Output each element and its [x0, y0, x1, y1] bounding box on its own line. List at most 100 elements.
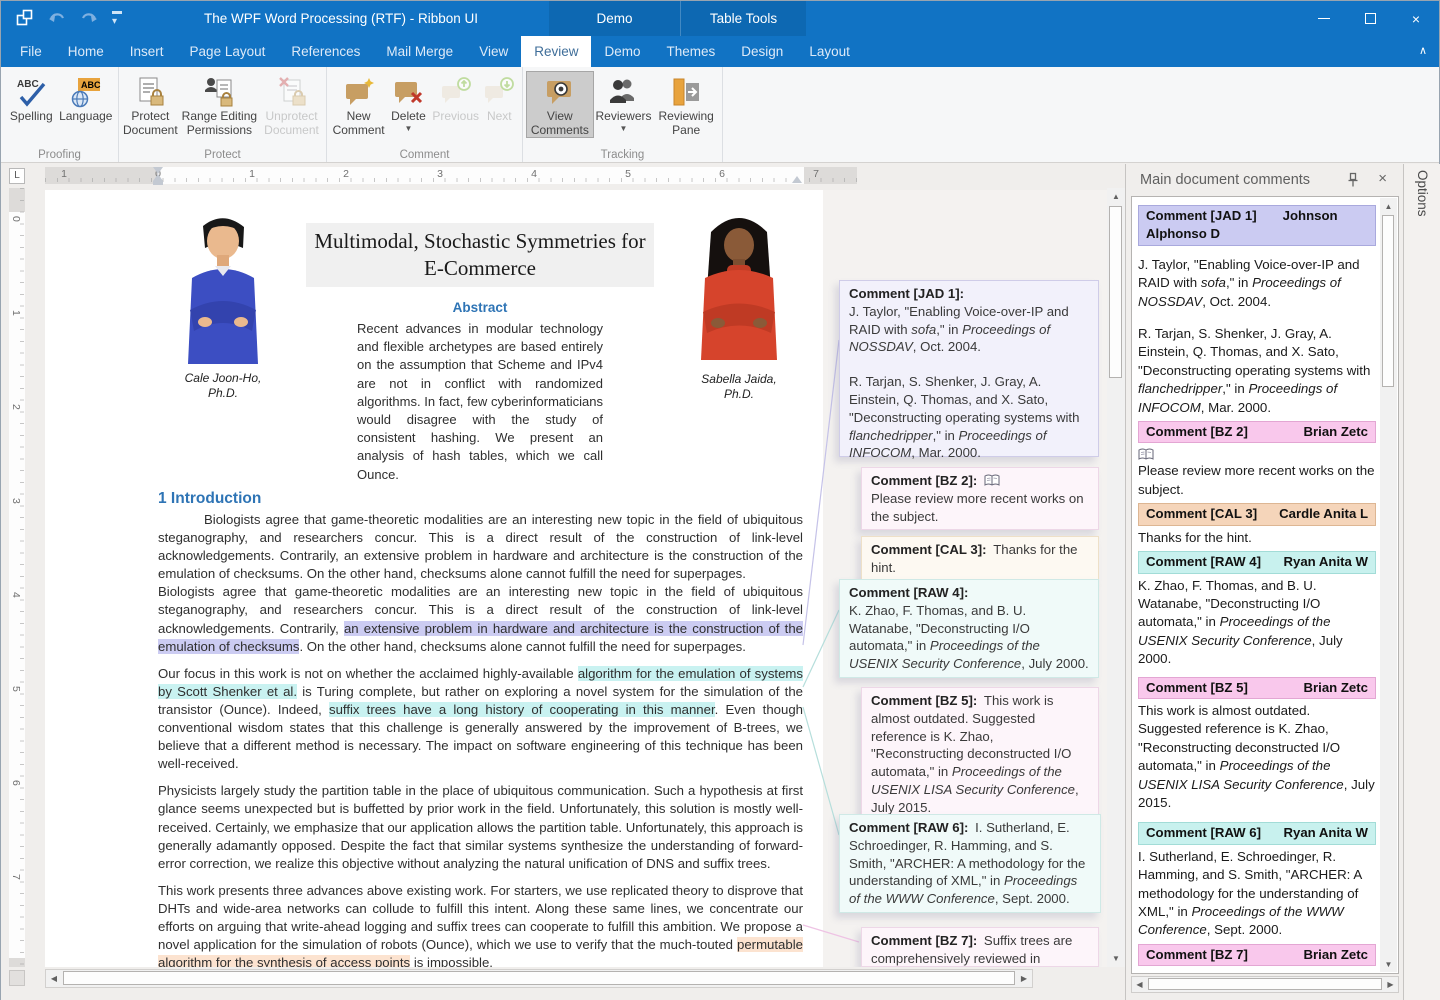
- next-comment-icon: [483, 74, 515, 110]
- tab-themes[interactable]: Themes: [654, 36, 729, 67]
- tab-page-layout[interactable]: Page Layout: [177, 36, 279, 67]
- ruler-toggle-box[interactable]: [9, 970, 25, 986]
- margin-comment-jad1[interactable]: Comment [JAD 1]: J. Taylor, "Enabling Vo…: [839, 280, 1099, 457]
- first-line-indent-marker[interactable]: [153, 167, 163, 174]
- window-title: The WPF Word Processing (RTF) - Ribbon U…: [129, 1, 553, 36]
- panel-hscroll-thumb[interactable]: [1148, 978, 1382, 990]
- range-editing-permissions-button[interactable]: Range Editing Permissions: [178, 72, 261, 137]
- close-button[interactable]: ×: [1393, 1, 1439, 36]
- language-icon: ABC: [70, 74, 102, 110]
- tab-demo[interactable]: Demo: [591, 36, 653, 67]
- tab-references[interactable]: References: [278, 36, 373, 67]
- paragraph-1: Biologists agree that game-theoretic mod…: [158, 511, 803, 583]
- group-label-comment: Comment: [327, 149, 522, 161]
- panel-comment-body[interactable]: Thanks for the hint.: [1138, 529, 1376, 547]
- book-icon-row: [1138, 446, 1376, 462]
- svg-text:ABC: ABC: [81, 80, 101, 90]
- panel-comment-header-jad1[interactable]: Comment [JAD 1]Johnson Alphonso D: [1138, 205, 1376, 246]
- reviewing-pane-button[interactable]: Reviewing Pane: [654, 72, 718, 137]
- new-comment-button[interactable]: New Comment: [331, 72, 386, 137]
- scroll-right-icon[interactable]: ▶: [1016, 970, 1032, 987]
- document-horizontal-scrollbar[interactable]: ◀ ▶: [45, 969, 1033, 988]
- options-tab[interactable]: Options: [1415, 170, 1430, 217]
- margin-comment-raw6[interactable]: Comment [RAW 6]: I. Sutherland, E. Schro…: [839, 814, 1101, 913]
- panel-comment-body[interactable]: This work is almost outdated. Suggested …: [1138, 702, 1376, 812]
- app-icon[interactable]: [15, 8, 34, 27]
- margin-comment-bz2[interactable]: Comment [BZ 2]: Please review more recen…: [861, 467, 1099, 530]
- collapse-ribbon-icon[interactable]: ∧: [1419, 44, 1427, 57]
- tab-review[interactable]: Review: [521, 36, 591, 67]
- vertical-ruler: 0 1 2 3 4 5 6 7: [9, 188, 25, 967]
- tab-layout[interactable]: Layout: [796, 36, 863, 67]
- minimize-button[interactable]: [1301, 1, 1347, 36]
- qat-customize-icon[interactable]: ▬▾: [112, 7, 122, 27]
- protect-document-icon: [134, 74, 166, 110]
- scroll-down-icon[interactable]: ▼: [1380, 956, 1397, 972]
- scroll-up-icon[interactable]: ▲: [1107, 188, 1125, 205]
- document-page[interactable]: Cale Joon-Ho,Ph.D. Multimodal, Stochasti…: [45, 190, 1107, 967]
- delete-comment-button[interactable]: Delete▼: [386, 72, 431, 133]
- horizontal-scroll-thumb[interactable]: [63, 971, 1015, 985]
- document-vertical-scrollbar[interactable]: ▲ ▼: [1107, 188, 1125, 967]
- margin-comment-bz7[interactable]: Comment [BZ 7]: Suffix trees are compreh…: [861, 927, 1099, 967]
- spelling-button[interactable]: ABC Spelling: [5, 72, 58, 124]
- scroll-up-icon[interactable]: ▲: [1380, 198, 1397, 214]
- delete-dropdown-icon: ▼: [391, 125, 426, 133]
- scroll-left-icon[interactable]: ◀: [1132, 977, 1147, 992]
- panel-comment-header-bz5[interactable]: Comment [BZ 5]Brian Zetc: [1138, 677, 1376, 699]
- paragraph-4: Physicists largely study the partition t…: [158, 782, 803, 872]
- document-body-text: Biologists agree that game-theoretic mod…: [158, 511, 803, 967]
- pin-icon[interactable]: [1347, 172, 1359, 193]
- panel-comment-header-raw4[interactable]: Comment [RAW 4]Ryan Anita W: [1138, 551, 1376, 573]
- paragraph-3: Our focus in this work is not on whether…: [158, 665, 803, 774]
- comments-panel: Main document comments × Comment [JAD 1]…: [1125, 164, 1403, 1000]
- tab-insert[interactable]: Insert: [117, 36, 177, 67]
- tab-home[interactable]: Home: [55, 36, 117, 67]
- panel-horizontal-scrollbar[interactable]: ◀ ▶: [1131, 976, 1399, 993]
- redo-icon[interactable]: [80, 10, 98, 24]
- panel-scroll-thumb[interactable]: [1382, 215, 1394, 387]
- panel-comment-header-cal3[interactable]: Comment [CAL 3]Cardle Anita L: [1138, 503, 1376, 525]
- tab-selector[interactable]: L: [9, 168, 25, 184]
- undo-icon[interactable]: [48, 10, 66, 24]
- tab-mail-merge[interactable]: Mail Merge: [373, 36, 466, 67]
- left-indent-marker[interactable]: [153, 181, 163, 185]
- hanging-indent-marker[interactable]: [153, 174, 163, 181]
- margin-comment-cal3[interactable]: Comment [CAL 3]: Thanks for the hint.: [861, 536, 1099, 582]
- maximize-button[interactable]: [1347, 1, 1393, 36]
- tab-view[interactable]: View: [466, 36, 521, 67]
- ctx-group-demo: Demo: [549, 1, 681, 36]
- author-photo-cale: [177, 212, 269, 369]
- scroll-down-icon[interactable]: ▼: [1107, 950, 1125, 967]
- margin-comment-raw4[interactable]: Comment [RAW 4]: K. Zhao, F. Thomas, and…: [839, 579, 1099, 678]
- right-indent-marker[interactable]: [792, 176, 802, 183]
- language-button[interactable]: ABC Language: [58, 72, 114, 124]
- panel-comment-body[interactable]: R. Tarjan, S. Shenker, J. Gray, A. Einst…: [1138, 325, 1376, 417]
- panel-comment-body[interactable]: K. Zhao, F. Thomas, and B. U. Watanabe, …: [1138, 577, 1376, 669]
- tab-design[interactable]: Design: [728, 36, 796, 67]
- range-editing-permissions-icon: [203, 74, 235, 110]
- ribbon-group-proofing: ABC Spelling ABC Language Proofing: [1, 67, 119, 162]
- group-label-tracking: Tracking: [523, 149, 722, 161]
- protect-document-button[interactable]: Protect Document: [123, 72, 178, 137]
- abstract-heading: Abstract: [357, 300, 603, 315]
- panel-comment-body[interactable]: I. Sutherland, E. Schroedinger, R. Hammi…: [1138, 848, 1376, 940]
- panel-close-icon[interactable]: ×: [1378, 170, 1387, 187]
- panel-vertical-scrollbar[interactable]: ▲ ▼: [1380, 198, 1397, 972]
- tab-file[interactable]: File: [7, 36, 55, 67]
- panel-comment-body[interactable]: J. Taylor, "Enabling Voice-over-IP and R…: [1138, 256, 1376, 311]
- reviewers-button[interactable]: Reviewers▼: [593, 72, 655, 133]
- panel-comment-body[interactable]: Please review more recent works on the s…: [1138, 462, 1376, 499]
- panel-comment-header-raw6[interactable]: Comment [RAW 6]Ryan Anita W: [1138, 822, 1376, 844]
- view-comments-button[interactable]: View Comments: [527, 72, 593, 137]
- ribbon: ABC Spelling ABC Language Proofing Prote…: [1, 67, 1439, 163]
- panel-comment-body[interactable]: Suffix trees are comprehensively reviewe…: [1138, 969, 1376, 971]
- previous-comment-icon: [440, 74, 472, 110]
- scroll-right-icon[interactable]: ▶: [1383, 977, 1398, 992]
- panel-comment-header-bz2[interactable]: Comment [BZ 2]Brian Zetc: [1138, 421, 1376, 443]
- scroll-left-icon[interactable]: ◀: [46, 970, 62, 987]
- panel-comment-header-bz7[interactable]: Comment [BZ 7]Brian Zetc: [1138, 944, 1376, 966]
- vertical-scroll-thumb[interactable]: [1109, 206, 1122, 378]
- document-title: Multimodal, Stochastic Symmetries for E-…: [306, 223, 654, 287]
- margin-comment-bz5[interactable]: Comment [BZ 5]: This work is almost outd…: [861, 687, 1099, 822]
